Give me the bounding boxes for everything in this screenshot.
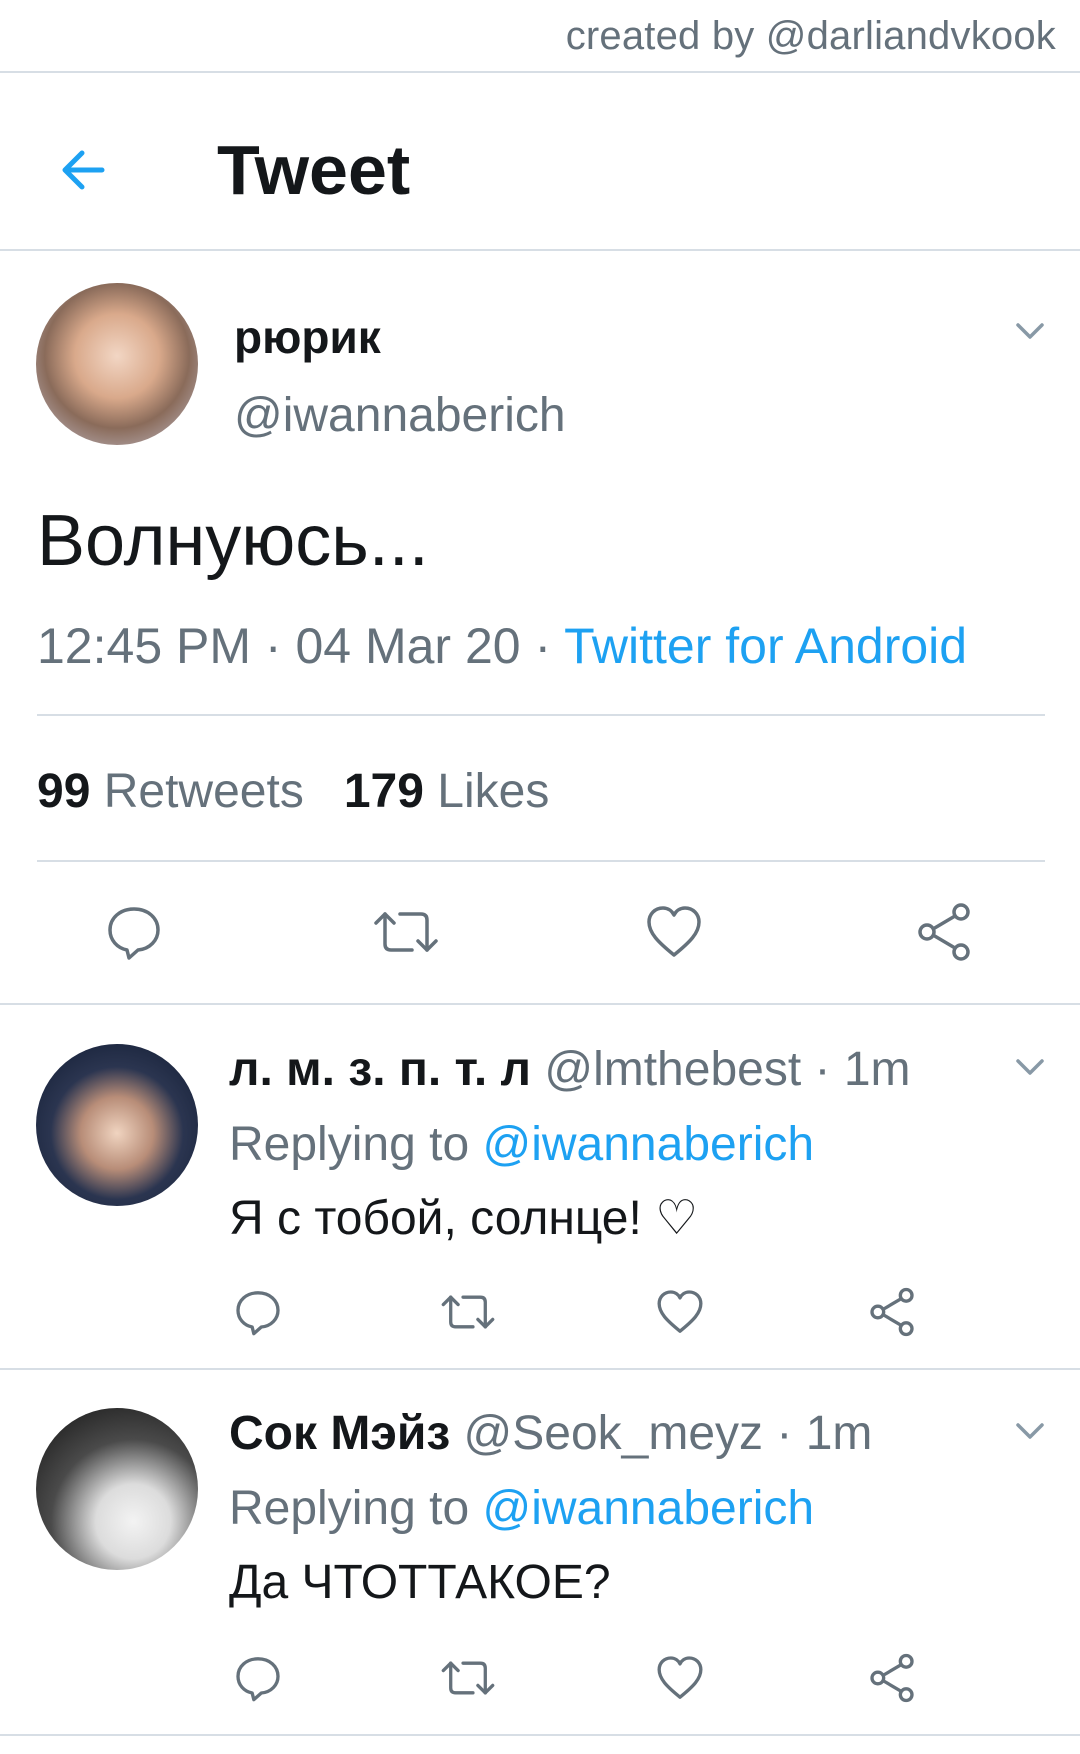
reply-time: 1m — [805, 1407, 873, 1460]
reply-author-handle[interactable]: @lmthebest — [544, 1043, 801, 1096]
tweet-date: 04 Mar 20 — [295, 618, 521, 674]
share-icon[interactable] — [867, 1653, 917, 1703]
reply-header: Сок Мэйз @Seok_meyz · 1m — [229, 1406, 872, 1461]
divider — [0, 1368, 1080, 1370]
reply-header: л. м. з. п. т. л @lmthebest · 1m — [229, 1042, 911, 1097]
replying-prefix: Replying to — [229, 1482, 470, 1535]
reply-time: 1m — [843, 1043, 911, 1096]
meta-separator: · — [520, 618, 565, 674]
share-icon[interactable] — [867, 1287, 917, 1337]
likes-stat[interactable]: 179 Likes — [344, 765, 550, 818]
replying-mention-link[interactable]: @iwannaberich — [482, 1482, 814, 1535]
reply-author-handle[interactable]: @Seok_meyz — [464, 1407, 764, 1460]
retweet-icon[interactable] — [440, 1653, 496, 1703]
replying-to: Replying to @iwannaberich — [229, 1117, 814, 1172]
author-name[interactable]: рюрик — [234, 310, 381, 364]
retweet-icon[interactable] — [372, 902, 440, 962]
divider — [0, 1734, 1080, 1736]
avatar[interactable] — [36, 1408, 198, 1570]
retweet-icon[interactable] — [440, 1287, 496, 1337]
author-handle[interactable]: @iwannaberich — [234, 388, 566, 443]
tweet-meta: 12:45 PM · 04 Mar 20 · Twitter for Andro… — [37, 617, 967, 675]
replying-to: Replying to @iwannaberich — [229, 1481, 814, 1536]
divider — [37, 714, 1045, 716]
back-arrow-icon[interactable] — [54, 140, 114, 200]
meta-separator: · — [801, 1043, 844, 1096]
share-icon[interactable] — [914, 902, 974, 962]
reply-icon[interactable] — [233, 1287, 283, 1337]
meta-separator: · — [763, 1407, 806, 1460]
reply-author-name[interactable]: Сок Мэйз — [229, 1407, 450, 1460]
reply-text: Да ЧТОТТАКОЕ? — [229, 1556, 611, 1609]
reply-text: Я с тобой, солнце! ♡ — [229, 1192, 699, 1245]
tweet-time: 12:45 PM — [37, 618, 252, 674]
chevron-down-icon[interactable] — [1010, 1410, 1050, 1450]
reply-icon[interactable] — [233, 1653, 283, 1703]
like-icon[interactable] — [644, 902, 704, 962]
likes-label: Likes — [437, 765, 550, 818]
replying-mention-link[interactable]: @iwannaberich — [482, 1118, 814, 1171]
like-icon[interactable] — [655, 1287, 705, 1337]
replying-prefix: Replying to — [229, 1118, 470, 1171]
tweet-source-link[interactable]: Twitter for Android — [564, 618, 967, 674]
avatar[interactable] — [36, 283, 198, 445]
divider — [0, 71, 1080, 73]
reply-icon[interactable] — [104, 902, 164, 962]
meta-separator: · — [251, 618, 296, 674]
divider — [0, 1003, 1080, 1005]
tweet-stats: 99 Retweets 179 Likes — [37, 764, 549, 819]
divider — [0, 249, 1080, 251]
retweets-count: 99 — [37, 765, 91, 818]
page-title: Tweet — [217, 131, 411, 209]
chevron-down-icon[interactable] — [1010, 1046, 1050, 1086]
retweets-label: Retweets — [103, 765, 304, 818]
chevron-down-icon[interactable] — [1010, 310, 1050, 350]
likes-count: 179 — [343, 765, 424, 818]
watermark-credit: created by @darliandvkook — [565, 14, 1056, 58]
retweets-stat[interactable]: 99 Retweets — [37, 765, 304, 818]
avatar[interactable] — [36, 1044, 198, 1206]
like-icon[interactable] — [655, 1653, 705, 1703]
reply-author-name[interactable]: л. м. з. п. т. л — [229, 1043, 531, 1096]
tweet-text: Волнуюсь... — [37, 501, 429, 581]
divider — [37, 860, 1045, 862]
